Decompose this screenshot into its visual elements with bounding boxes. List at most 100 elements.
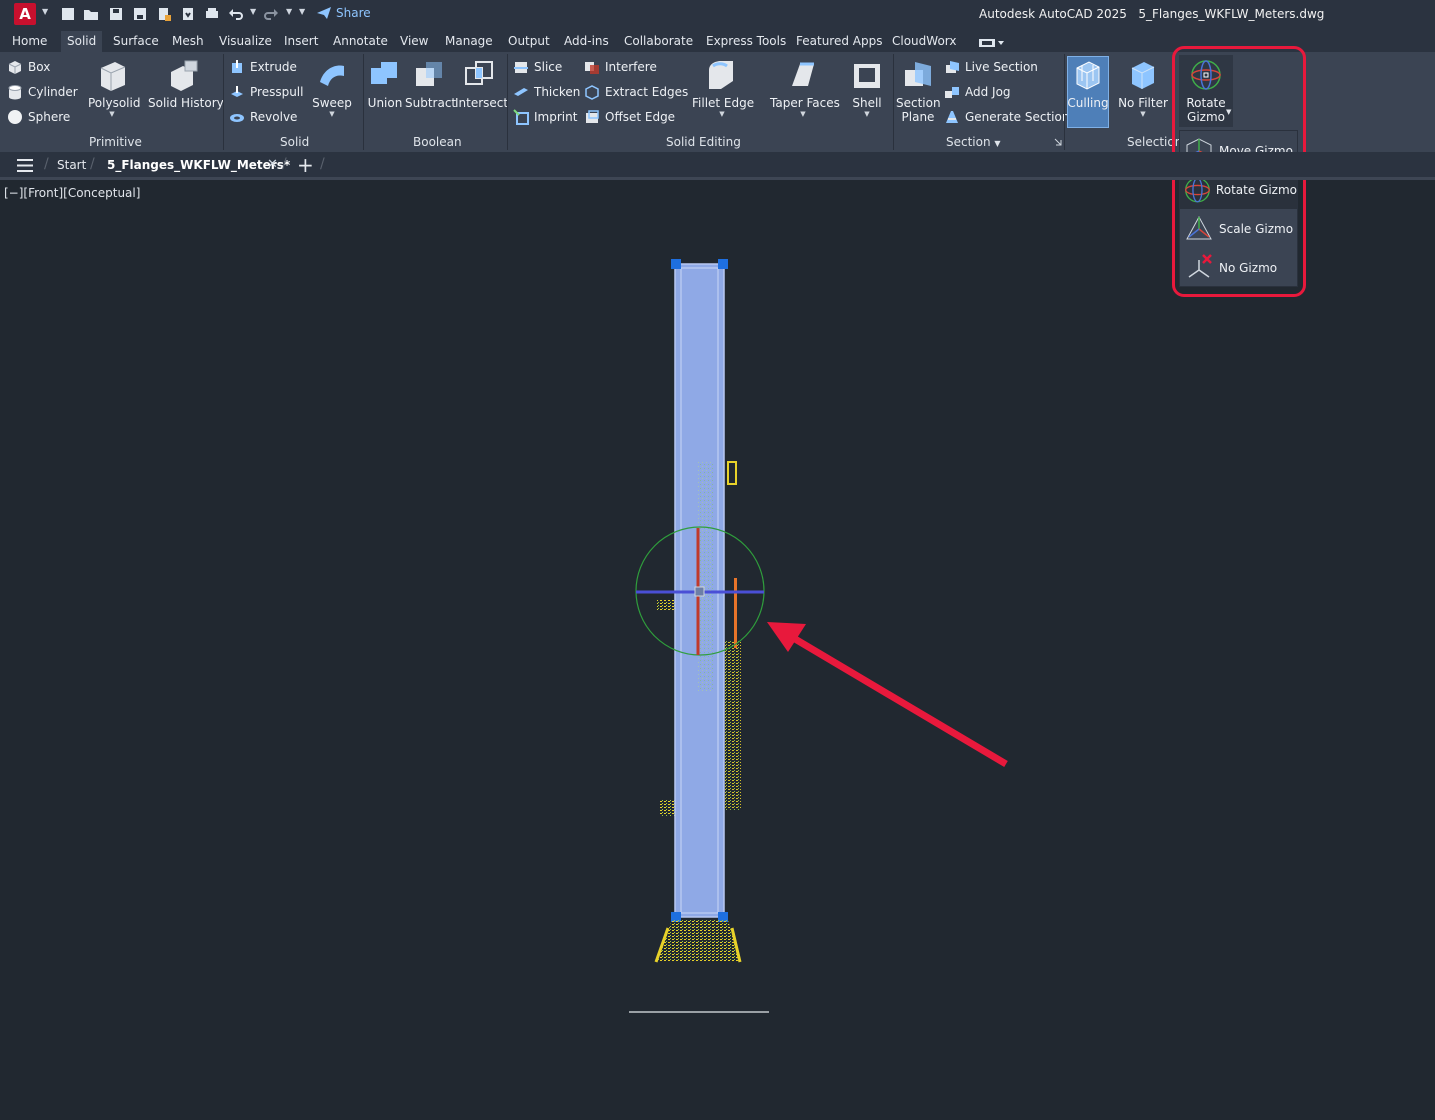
qat-customize-icon[interactable]: ▼ xyxy=(299,7,305,16)
grip-top-right[interactable] xyxy=(718,259,728,269)
cylinder-button[interactable]: Cylinder xyxy=(7,84,78,100)
plot-icon[interactable] xyxy=(204,6,220,22)
gizmo-caret-icon[interactable]: ▼ xyxy=(1226,108,1231,116)
tab-view[interactable]: View xyxy=(400,34,428,48)
tab-start[interactable]: Start xyxy=(57,158,86,172)
tab-add-ins[interactable]: Add-ins xyxy=(564,34,609,48)
generate-section-button[interactable]: Generate Section xyxy=(944,109,1069,125)
save-icon[interactable] xyxy=(108,6,124,22)
save-web-icon[interactable] xyxy=(180,6,196,22)
shell-button[interactable]: Shell ▼ xyxy=(848,58,886,118)
union-button[interactable]: Union xyxy=(367,58,403,110)
imprint-button[interactable]: Imprint xyxy=(513,109,577,125)
close-tab-icon[interactable]: ✕ xyxy=(267,157,278,172)
app-menu-caret-icon[interactable]: ▼ xyxy=(42,7,48,16)
share-button[interactable]: Share xyxy=(316,6,371,20)
subtract-button[interactable]: Subtract xyxy=(405,58,456,110)
sweep-button[interactable]: Sweep ▼ xyxy=(312,58,352,118)
interfere-label: Interfere xyxy=(605,60,657,74)
tab-collaborate[interactable]: Collaborate xyxy=(624,34,693,48)
ribbon-options-icon[interactable] xyxy=(979,38,1005,48)
fillet-edge-icon xyxy=(709,61,733,89)
flange-base-cloud xyxy=(656,920,740,962)
taper-faces-button[interactable]: Taper Faces ▼ xyxy=(770,58,840,118)
save-as-icon[interactable] xyxy=(132,6,148,22)
new-tab-plus-icon[interactable]: + xyxy=(297,153,314,177)
slice-button[interactable]: Slice xyxy=(513,59,562,75)
tab-cloudworx[interactable]: CloudWorx xyxy=(892,34,957,48)
taper-faces-icon xyxy=(792,62,814,86)
intersect-icon xyxy=(465,61,493,85)
tab-solid[interactable]: Solid xyxy=(61,31,103,52)
sweep-caret-icon[interactable]: ▼ xyxy=(312,110,352,118)
hamburger-menu-icon[interactable] xyxy=(16,159,34,172)
intersect-button[interactable]: Intersect xyxy=(455,58,508,110)
callout-arrow-head xyxy=(767,622,806,652)
shell-caret-icon[interactable]: ▼ xyxy=(848,110,886,118)
rotate-gizmo-button[interactable]: Rotate Gizmo xyxy=(1179,58,1233,124)
interfere-button[interactable]: Interfere xyxy=(584,59,657,75)
open-file-icon[interactable] xyxy=(83,6,99,22)
section-dialog-launcher-icon[interactable] xyxy=(1054,138,1062,146)
redo-caret-icon[interactable]: ▼ xyxy=(286,7,292,16)
extrude-icon xyxy=(232,60,242,73)
revolve-button[interactable]: Revolve xyxy=(229,109,297,125)
tab-home[interactable]: Home xyxy=(12,34,47,48)
solid-history-button[interactable]: Solid History xyxy=(148,58,224,110)
section-plane-button[interactable]: Section Plane xyxy=(896,58,941,124)
no-filter-caret-icon[interactable]: ▼ xyxy=(1116,110,1170,118)
tab-manage[interactable]: Manage xyxy=(445,34,493,48)
panel-title-section[interactable]: Section ▼ xyxy=(946,135,1001,149)
grip-top-left[interactable] xyxy=(671,259,681,269)
undo-caret-icon[interactable]: ▼ xyxy=(250,7,256,16)
tab-mesh[interactable]: Mesh xyxy=(172,34,204,48)
presspull-button[interactable]: Presspull xyxy=(229,84,303,100)
tab-output[interactable]: Output xyxy=(508,34,550,48)
panel-title-primitive[interactable]: Primitive xyxy=(89,135,142,149)
add-jog-button[interactable]: Add Jog xyxy=(944,84,1011,100)
open-web-icon[interactable] xyxy=(156,6,172,22)
extrude-button[interactable]: Extrude xyxy=(229,59,297,75)
tab-separator: / xyxy=(282,156,287,172)
fillet-edge-button[interactable]: Fillet Edge ▼ xyxy=(692,58,754,118)
taper-faces-caret-icon[interactable]: ▼ xyxy=(770,110,836,118)
culling-button[interactable]: Culling xyxy=(1066,58,1110,110)
undo-icon[interactable] xyxy=(228,6,244,22)
tab-visualize[interactable]: Visualize xyxy=(219,34,272,48)
panel-divider xyxy=(363,54,364,150)
tab-featured-apps[interactable]: Featured Apps xyxy=(796,34,882,48)
box-button[interactable]: Box xyxy=(7,59,50,75)
offset-edge-button[interactable]: Offset Edge xyxy=(584,109,675,125)
redo-icon[interactable] xyxy=(263,6,279,22)
polysolid-caret-icon[interactable]: ▼ xyxy=(88,110,136,118)
polysolid-icon xyxy=(100,62,126,91)
tab-express-tools[interactable]: Express Tools xyxy=(706,34,786,48)
slice-icon xyxy=(514,62,528,73)
live-section-button[interactable]: Live Section xyxy=(944,59,1038,75)
thicken-button[interactable]: Thicken xyxy=(513,84,580,100)
fillet-edge-caret-icon[interactable]: ▼ xyxy=(692,110,752,118)
autocad-logo[interactable]: A xyxy=(14,3,36,25)
extract-edges-button[interactable]: Extract Edges xyxy=(584,84,688,100)
polysolid-button[interactable]: Polysolid ▼ xyxy=(88,58,140,118)
panel-title-selection[interactable]: Selection xyxy=(1127,135,1182,149)
sphere-button[interactable]: Sphere xyxy=(7,109,70,125)
drawing-viewport[interactable] xyxy=(0,180,1435,1120)
union-label: Union xyxy=(367,96,403,110)
new-file-icon[interactable] xyxy=(60,6,76,22)
cylinder-icon xyxy=(8,85,22,100)
section-panel-caret-icon: ▼ xyxy=(994,139,1001,148)
tab-annotate[interactable]: Annotate xyxy=(333,34,388,48)
add-jog-icon xyxy=(945,87,959,98)
tab-insert[interactable]: Insert xyxy=(284,34,318,48)
live-section-icon xyxy=(946,61,959,73)
panel-divider xyxy=(507,54,508,150)
no-filter-button[interactable]: No Filter ▼ xyxy=(1116,58,1170,118)
tab-surface[interactable]: Surface xyxy=(113,34,159,48)
gizmo-center[interactable] xyxy=(694,586,705,597)
section-plane-icon xyxy=(905,62,931,86)
panel-title-boolean[interactable]: Boolean xyxy=(413,135,462,149)
panel-title-solid-editing[interactable]: Solid Editing xyxy=(666,135,741,149)
panel-title-solid[interactable]: Solid xyxy=(280,135,309,149)
tab-active-drawing[interactable]: 5_Flanges_WKFLW_Meters* xyxy=(107,158,290,172)
